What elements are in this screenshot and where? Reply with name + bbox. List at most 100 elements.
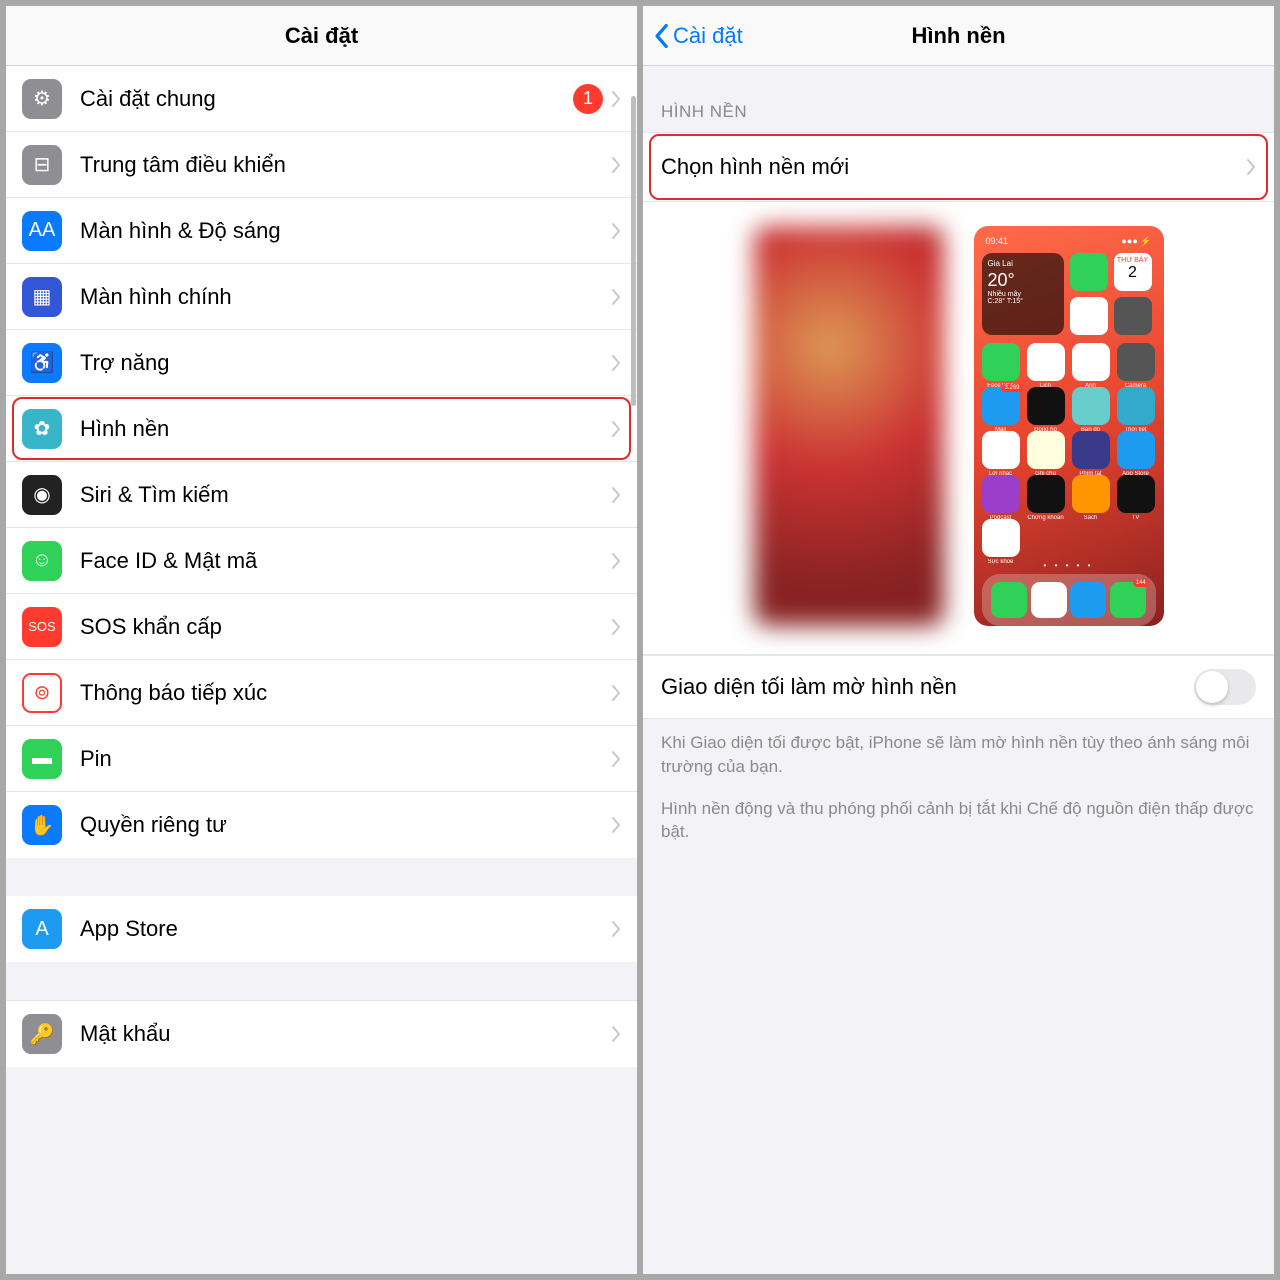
lockscreen-preview[interactable] — [754, 226, 944, 626]
row-label: Màn hình & Độ sáng — [80, 218, 611, 244]
settings-row-home[interactable]: ▦ Màn hình chính — [6, 264, 637, 330]
settings-row-wallpaper[interactable]: ✿ Hình nền — [6, 396, 637, 462]
app-icon: Sức khỏe — [982, 519, 1020, 557]
wallpaper-panel: Cài đặt Hình nền HÌNH NỀN Chọn hình nền … — [643, 6, 1274, 1274]
chevron-right-icon — [611, 90, 621, 108]
badge: 1 — [573, 84, 603, 114]
page-title: Hình nền — [911, 23, 1005, 49]
app-icon: FaceTime — [982, 343, 1020, 381]
dock-app-icon — [991, 582, 1027, 618]
app-icon: TV — [1117, 475, 1155, 513]
camera-icon — [1114, 297, 1152, 335]
row-label: Mật khẩu — [80, 1021, 611, 1047]
dark-dim-switch[interactable] — [1194, 669, 1256, 705]
siri-icon: ◉ — [22, 475, 62, 515]
row-label: Trung tâm điều khiển — [80, 152, 611, 178]
control-icon: ⊟ — [22, 145, 62, 185]
dock: 144 — [982, 574, 1156, 626]
page-title: Cài đặt — [285, 23, 358, 49]
app-icon: Podcast — [982, 475, 1020, 513]
access-icon: ♿ — [22, 343, 62, 383]
privacy-icon: ✋ — [22, 805, 62, 845]
chevron-right-icon — [611, 816, 621, 834]
settings-row-control[interactable]: ⊟ Trung tâm điều khiển — [6, 132, 637, 198]
weather-widget: Gia Lai 20° Nhiều mây C:28° T:15° — [982, 253, 1064, 335]
photos-icon — [1070, 297, 1108, 335]
calendar-widget: THỨ BẢY2 — [1114, 253, 1152, 291]
app-icon: Lịch — [1027, 343, 1065, 381]
settings-list: ⚙ Cài đặt chung1 ⊟ Trung tâm điều khiển AA Mà… — [6, 66, 637, 858]
choose-wallpaper-row[interactable]: Chọn hình nền mới — [643, 132, 1274, 202]
chevron-right-icon — [611, 222, 621, 240]
row-label: Face ID & Mật mã — [80, 548, 611, 574]
row-label: Màn hình chính — [80, 284, 611, 310]
appstore-icon: A — [22, 909, 62, 949]
settings-row-sos[interactable]: SOS SOS khẩn cấp — [6, 594, 637, 660]
settings-row-access[interactable]: ♿ Trợ năng — [6, 330, 637, 396]
chevron-right-icon — [611, 552, 621, 570]
chevron-right-icon — [611, 156, 621, 174]
settings-row-siri[interactable]: ◉ Siri & Tìm kiếm — [6, 462, 637, 528]
chevron-right-icon — [611, 486, 621, 504]
exposure-icon: ⊚ — [22, 673, 62, 713]
row-label: Hình nền — [80, 416, 611, 442]
app-icon: Thời tiết — [1117, 387, 1155, 425]
scrollbar[interactable] — [631, 96, 636, 406]
row-label: SOS khẩn cấp — [80, 614, 611, 640]
dock-app-icon: 144 — [1110, 582, 1146, 618]
row-label: Thông báo tiếp xúc — [80, 680, 611, 706]
app-icon: Sách — [1072, 475, 1110, 513]
app-icon: Bản đồ — [1072, 387, 1110, 425]
back-button[interactable]: Cài đặt — [653, 23, 743, 49]
chevron-right-icon — [611, 1025, 621, 1043]
row-label: Trợ năng — [80, 350, 611, 376]
wallpaper-header: Cài đặt Hình nền — [643, 6, 1274, 66]
sos-icon: SOS — [22, 607, 62, 647]
chevron-right-icon — [611, 618, 621, 636]
app-icon: App Store — [1117, 431, 1155, 469]
section-header: HÌNH NỀN — [643, 66, 1274, 132]
settings-row-faceid[interactable]: ☺Face ID & Mật mã — [6, 528, 637, 594]
chevron-right-icon — [611, 920, 621, 938]
app-icon: Mail3.269 — [982, 387, 1020, 425]
settings-row-passwords[interactable]: 🔑 Mật khẩu — [6, 1001, 637, 1067]
homescreen-preview[interactable]: 09:41●●● ⚡ Gia Lai 20° Nhiều mây C:28° T… — [974, 226, 1164, 626]
facetime-icon — [1070, 253, 1108, 291]
row-label: Siri & Tìm kiếm — [80, 482, 611, 508]
app-icon: Chứng khoán — [1027, 475, 1065, 513]
app-icon: Ảnh — [1072, 343, 1110, 381]
row-label: Cài đặt chung — [80, 86, 573, 112]
settings-list-3: 🔑 Mật khẩu — [6, 1000, 637, 1067]
app-icon: Camera — [1117, 343, 1155, 381]
app-icon: Đồng hồ — [1027, 387, 1065, 425]
settings-header: Cài đặt — [6, 6, 637, 66]
settings-row-general[interactable]: ⚙ Cài đặt chung1 — [6, 66, 637, 132]
chevron-right-icon — [611, 288, 621, 306]
dock-app-icon — [1031, 582, 1067, 618]
home-icon: ▦ — [22, 277, 62, 317]
footer-text-2: Hình nền động và thu phóng phối cảnh bị … — [643, 779, 1274, 845]
wallpaper-icon: ✿ — [22, 409, 62, 449]
display-icon: AA — [22, 211, 62, 251]
chevron-right-icon — [611, 354, 621, 372]
chevron-left-icon — [653, 23, 669, 49]
app-icon: Ghi chú — [1027, 431, 1065, 469]
row-label: Quyền riêng tư — [80, 812, 611, 838]
app-icon: Phím tắt — [1072, 431, 1110, 469]
wallpaper-previews: 09:41●●● ⚡ Gia Lai 20° Nhiều mây C:28° T… — [643, 202, 1274, 655]
battery-icon: ▬ — [22, 739, 62, 779]
chevron-right-icon — [611, 750, 621, 768]
row-label: Pin — [80, 746, 611, 772]
footer-text-1: Khi Giao diện tối được bật, iPhone sẽ là… — [643, 719, 1274, 779]
settings-row-display[interactable]: AA Màn hình & Độ sáng — [6, 198, 637, 264]
settings-row-exposure[interactable]: ⊚ Thông báo tiếp xúc — [6, 660, 637, 726]
chevron-right-icon — [1246, 158, 1256, 176]
settings-list-2: AApp Store — [6, 896, 637, 962]
passwords-icon: 🔑 — [22, 1014, 62, 1054]
settings-row-privacy[interactable]: ✋ Quyền riêng tư — [6, 792, 637, 858]
settings-row-battery[interactable]: ▬ Pin — [6, 726, 637, 792]
general-icon: ⚙ — [22, 79, 62, 119]
settings-row-appstore[interactable]: AApp Store — [6, 896, 637, 962]
settings-panel: Cài đặt ⚙ Cài đặt chung1 ⊟ Trung tâm điều k… — [6, 6, 637, 1274]
chevron-right-icon — [611, 684, 621, 702]
